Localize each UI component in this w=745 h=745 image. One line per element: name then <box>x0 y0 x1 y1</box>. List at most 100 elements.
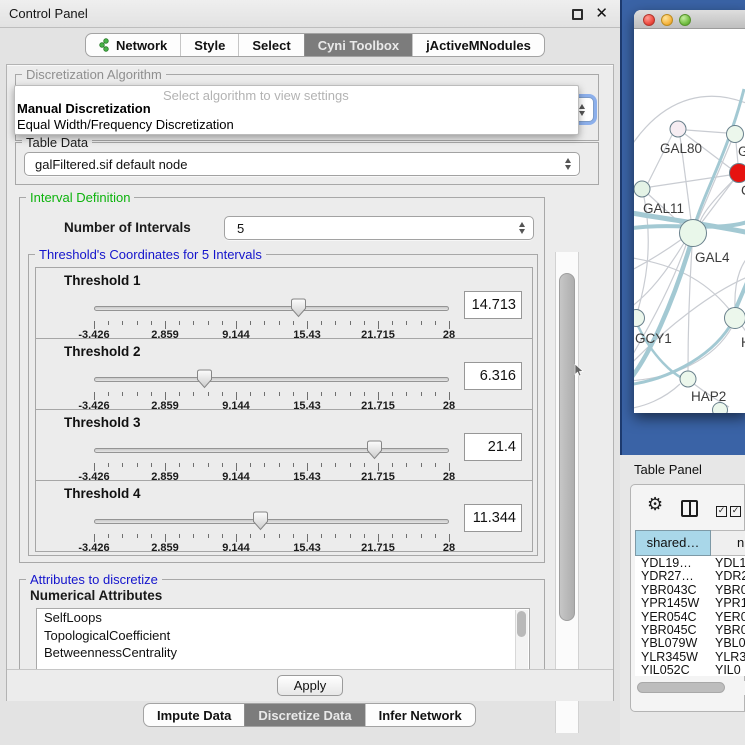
network-node[interactable] <box>727 126 744 143</box>
tab-impute-data[interactable]: Impute Data <box>144 704 244 726</box>
table-row[interactable]: YBR043C YBR0 <box>635 583 745 596</box>
network-node[interactable] <box>670 121 686 137</box>
popup-item-manual-discretization[interactable]: Manual Discretization <box>17 101 151 117</box>
close-icon[interactable]: ✕ <box>595 4 608 24</box>
network-graph[interactable]: GAL80 GAL11 GAL4 GCY1 HAP2 GA C H <box>634 29 745 413</box>
threshold-slider[interactable]: -3.4262.8599.14415.4321.71528 <box>94 511 449 551</box>
cell-shared-name[interactable]: YBR045C <box>635 623 711 636</box>
cell-shared-name[interactable]: YDR27… <box>635 569 711 582</box>
cell-shared-name[interactable]: YPR145W <box>635 596 711 609</box>
column-header-name[interactable]: n <box>711 530 745 556</box>
table-row[interactable]: YBR045C YBR0 <box>635 623 745 636</box>
network-node[interactable] <box>634 310 645 327</box>
network-node[interactable] <box>713 403 728 414</box>
slider-tick <box>94 392 95 400</box>
slider-tick <box>293 463 294 467</box>
tab-discretize-data[interactable]: Discretize Data <box>244 704 364 726</box>
column-view-icon[interactable] <box>681 500 698 517</box>
cell-name[interactable]: YBL0 <box>711 636 745 649</box>
thresholds-group: Threshold's Coordinates for 5 Intervals … <box>28 254 538 556</box>
threshold-value-input[interactable]: 11.344 <box>464 504 522 532</box>
vertical-scrollbar[interactable] <box>555 252 579 733</box>
cell-name[interactable]: YLR3 <box>711 650 745 663</box>
network-node-selected[interactable] <box>730 164 745 183</box>
horizontal-scrollbar[interactable] <box>635 681 745 695</box>
network-node[interactable] <box>725 308 745 329</box>
tab-label: Discretize Data <box>258 708 351 723</box>
gear-icon[interactable]: ⚙ <box>647 494 663 515</box>
table-data-combo[interactable]: galFiltered.sif default node <box>24 152 580 176</box>
table-panel-title: Table Panel <box>634 462 702 477</box>
traffic-light-zoom[interactable] <box>679 14 691 26</box>
cell-shared-name[interactable]: YER054C <box>635 610 711 623</box>
tab-infer-network[interactable]: Infer Network <box>365 704 475 726</box>
slider-tick <box>421 392 422 396</box>
slider-track[interactable] <box>94 377 449 382</box>
table-row[interactable]: YBL079W YBL0 <box>635 636 745 649</box>
column-header-shared-name[interactable]: shared… <box>635 530 711 556</box>
attribute-list-item[interactable]: BetweennessCentrality <box>37 644 529 662</box>
cell-name[interactable]: YER0 <box>711 610 745 623</box>
network-node[interactable] <box>680 220 707 247</box>
popup-item-equal-width-frequency[interactable]: Equal Width/Frequency Discretization <box>17 117 234 133</box>
tab-network[interactable]: Network <box>86 34 180 56</box>
float-window-icon[interactable] <box>572 9 583 20</box>
cell-shared-name[interactable]: YBR043C <box>635 583 711 596</box>
numerical-attributes-list[interactable]: SelfLoopsTopologicalCoefficientBetweenne… <box>36 608 530 669</box>
slider-tick <box>94 534 95 542</box>
threshold-slider[interactable]: -3.4262.8599.14415.4321.71528 <box>94 298 449 338</box>
network-node[interactable] <box>634 181 650 197</box>
slider-track[interactable] <box>94 448 449 453</box>
cell-shared-name[interactable]: YBL079W <box>635 636 711 649</box>
table-row[interactable]: YER054C YER0 <box>635 610 745 623</box>
slider-thumb[interactable] <box>367 440 383 465</box>
cell-name[interactable]: YBR0 <box>711 623 745 636</box>
slider-track[interactable] <box>94 306 449 311</box>
table-row[interactable]: YPR145W YPR1 <box>635 596 745 609</box>
scrollbar-thumb[interactable] <box>517 611 526 637</box>
network-nodes[interactable] <box>634 121 745 413</box>
slider-track[interactable] <box>94 519 449 524</box>
cell-name[interactable]: YPR1 <box>711 596 745 609</box>
cell-shared-name[interactable]: YLR345W <box>635 650 711 663</box>
attribute-list-item[interactable]: SelfLoops <box>37 609 529 627</box>
threshold-slider[interactable]: -3.4262.8599.14415.4321.71528 <box>94 440 449 480</box>
tab-cyni-toolbox[interactable]: Cyni Toolbox <box>304 34 412 56</box>
attribute-list-item[interactable]: TopologicalCoefficient <box>37 627 529 645</box>
slider-tick <box>264 392 265 396</box>
checkbox-icon[interactable]: ✓ <box>730 506 741 517</box>
slider-thumb[interactable] <box>253 511 269 536</box>
threshold-value-input[interactable]: 14.713 <box>464 291 522 319</box>
table-row[interactable]: YDR27… YDR2 <box>635 569 745 582</box>
list-scrollbar[interactable] <box>515 610 528 669</box>
cyni-toolbox-panel: Discretization Algorithm Select algorith… <box>6 64 614 701</box>
tab-select[interactable]: Select <box>238 34 303 56</box>
cell-shared-name[interactable]: YDL19… <box>635 556 711 569</box>
traffic-light-close[interactable] <box>643 14 655 26</box>
threshold-value-input[interactable]: 6.316 <box>464 362 522 390</box>
slider-thumb[interactable] <box>197 369 213 394</box>
table-row[interactable]: YIL052C YIL0 <box>635 663 745 676</box>
scrollbar-thumb[interactable] <box>559 273 575 621</box>
threshold-slider[interactable]: -3.4262.8599.14415.4321.71528 <box>94 369 449 409</box>
checkbox-icon[interactable]: ✓ <box>716 506 727 517</box>
table-row[interactable]: YLR345W YLR3 <box>635 650 745 663</box>
threshold-value-input[interactable]: 21.4 <box>464 433 522 461</box>
cell-name[interactable]: YBR0 <box>711 583 745 596</box>
tab-jactivemnodules[interactable]: jActiveMNodules <box>412 34 544 56</box>
cell-name[interactable]: YDL1 <box>711 556 745 569</box>
cell-shared-name[interactable]: YIL052C <box>635 663 711 676</box>
slider-thumb[interactable] <box>291 298 307 323</box>
network-canvas[interactable]: GAL80 GAL11 GAL4 GCY1 HAP2 GA C H <box>634 29 745 413</box>
apply-button[interactable]: Apply <box>277 675 343 696</box>
node-table[interactable]: shared… n YDL19… YDL1YDR27… YDR2YBR043C … <box>635 530 745 676</box>
cell-name[interactable]: YDR2 <box>711 569 745 582</box>
traffic-light-minimize[interactable] <box>661 14 673 26</box>
network-node[interactable] <box>680 371 696 387</box>
tab-style[interactable]: Style <box>180 34 238 56</box>
table-row[interactable]: YDL19… YDL1 <box>635 556 745 569</box>
scrollbar-thumb[interactable] <box>637 682 725 693</box>
slider-tick <box>94 321 95 329</box>
number-of-intervals-combo[interactable]: 5 <box>224 216 534 240</box>
cell-name[interactable]: YIL0 <box>711 663 745 676</box>
